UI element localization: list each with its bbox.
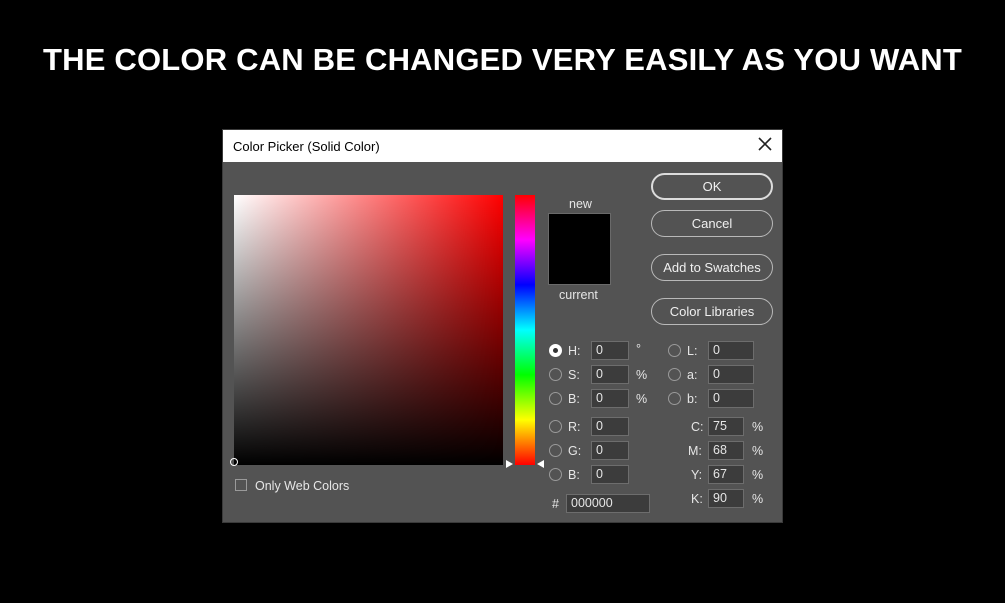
hue-slider[interactable]: [515, 195, 535, 465]
headline: THE COLOR CAN BE CHANGED VERY EASILY AS …: [42, 42, 963, 77]
brightness-unit: %: [636, 392, 648, 406]
magenta-input[interactable]: 68: [708, 441, 744, 460]
lab-a-label: a:: [687, 368, 698, 382]
red-input[interactable]: 0: [591, 417, 629, 436]
brightness-radio[interactable]: [549, 392, 562, 405]
yellow-label: Y:: [691, 468, 703, 482]
lab-a-input[interactable]: 0: [708, 365, 754, 384]
black-unit: %: [752, 492, 764, 506]
lab-b-label: b:: [687, 392, 698, 406]
saturation-input[interactable]: 0: [591, 365, 629, 384]
red-label: R:: [568, 420, 581, 434]
hue-radio[interactable]: [549, 344, 562, 357]
close-icon[interactable]: [756, 135, 774, 153]
cancel-button[interactable]: Cancel: [651, 210, 773, 237]
hex-label: #: [552, 497, 559, 511]
lab-l-label: L:: [687, 344, 698, 358]
cyan-label: C:: [691, 420, 704, 434]
red-radio[interactable]: [549, 420, 562, 433]
saturation-unit: %: [636, 368, 648, 382]
color-libraries-button[interactable]: Color Libraries: [651, 298, 773, 325]
hue-input[interactable]: 0: [591, 341, 629, 360]
color-field[interactable]: [234, 195, 503, 465]
lab-b-input[interactable]: 0: [708, 389, 754, 408]
lab-l-input[interactable]: 0: [708, 341, 754, 360]
lab-b-radio[interactable]: [668, 392, 681, 405]
color-picker-dialog: Color Picker (Solid Color) new current O…: [222, 129, 783, 523]
brightness-input[interactable]: 0: [591, 389, 629, 408]
ok-button[interactable]: OK: [651, 173, 773, 200]
color-field-marker[interactable]: [230, 458, 238, 466]
yellow-unit: %: [752, 468, 764, 482]
hue-slider-right-arrow[interactable]: [537, 460, 544, 468]
cyan-input[interactable]: 75: [708, 417, 744, 436]
only-web-colors-checkbox[interactable]: [235, 479, 247, 491]
green-input[interactable]: 0: [591, 441, 629, 460]
new-color-label: new: [569, 197, 592, 211]
color-preview-swatch[interactable]: [548, 213, 611, 285]
hue-unit: °: [636, 342, 641, 356]
hue-slider-left-arrow[interactable]: [506, 460, 513, 468]
yellow-input[interactable]: 67: [708, 465, 744, 484]
blue-input[interactable]: 0: [591, 465, 629, 484]
brightness-label: B:: [568, 392, 580, 406]
black-input[interactable]: 90: [708, 489, 744, 508]
green-radio[interactable]: [549, 444, 562, 457]
blue-radio[interactable]: [549, 468, 562, 481]
magenta-label: M:: [688, 444, 702, 458]
dialog-title: Color Picker (Solid Color): [233, 139, 380, 154]
only-web-colors-label: Only Web Colors: [255, 479, 350, 493]
title-bar: Color Picker (Solid Color): [223, 130, 782, 162]
magenta-unit: %: [752, 444, 764, 458]
add-to-swatches-button[interactable]: Add to Swatches: [651, 254, 773, 281]
current-color-label: current: [559, 288, 598, 302]
cyan-unit: %: [752, 420, 764, 434]
blue-label: B:: [568, 468, 580, 482]
green-label: G:: [568, 444, 582, 458]
saturation-label: S:: [568, 368, 580, 382]
lab-l-radio[interactable]: [668, 344, 681, 357]
black-label: K:: [691, 492, 703, 506]
lab-a-radio[interactable]: [668, 368, 681, 381]
hex-input[interactable]: 000000: [566, 494, 650, 513]
saturation-radio[interactable]: [549, 368, 562, 381]
hue-label: H:: [568, 344, 581, 358]
